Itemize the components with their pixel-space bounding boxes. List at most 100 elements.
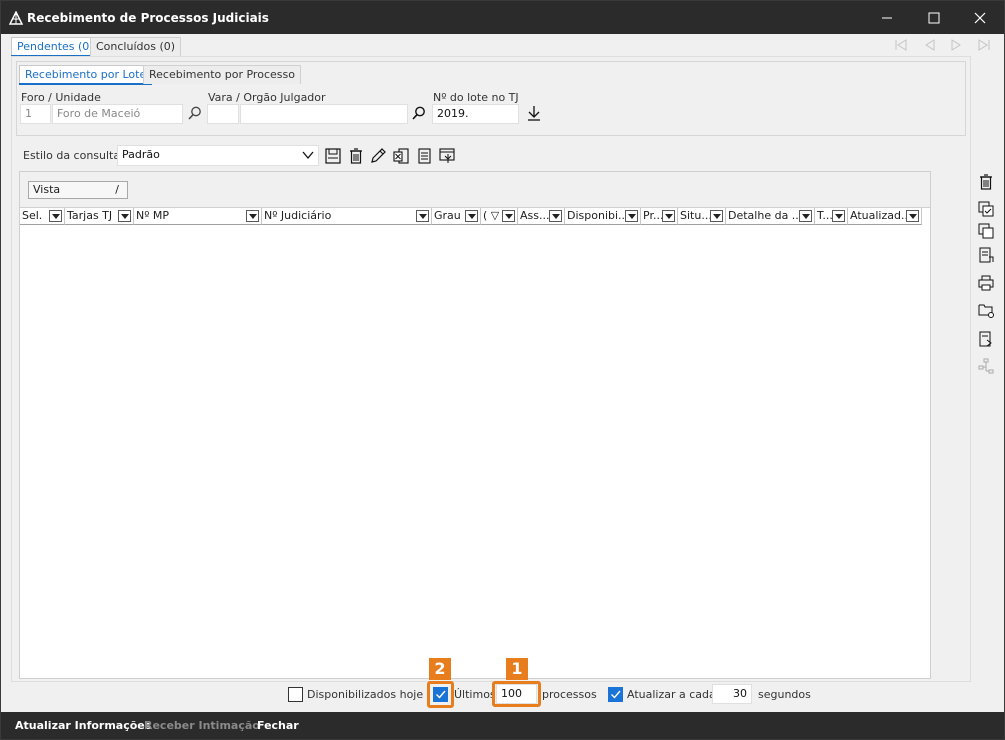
grid-column-label: Detalhe da ... <box>728 209 803 222</box>
fechar-button[interactable]: Fechar <box>257 719 299 732</box>
vara-search-icon[interactable] <box>411 105 427 121</box>
grid-column-label: Atualizad... <box>850 209 912 222</box>
delete-icon[interactable] <box>347 147 365 165</box>
vara-name-field[interactable] <box>240 104 408 124</box>
chevron-down-icon <box>302 151 314 160</box>
tab-concluidos-label: Concluídos (0) <box>96 40 176 53</box>
grid-column-label: Ass... <box>520 209 550 222</box>
grid-column-header[interactable]: ( ▽ <box>481 208 518 225</box>
report-icon[interactable] <box>438 147 456 165</box>
grid-group-area: Vista / <box>20 172 930 208</box>
grid-column-header[interactable]: Situ... <box>678 208 726 225</box>
last-record-icon[interactable] <box>977 39 991 51</box>
column-filter-dropdown-icon[interactable] <box>799 210 812 222</box>
grid-column-header[interactable]: T... <box>815 208 848 225</box>
save-icon[interactable] <box>324 147 342 165</box>
grid-column-header[interactable]: Pr... <box>641 208 678 225</box>
grid-column-header[interactable]: Ass... <box>518 208 565 225</box>
edit-icon[interactable] <box>369 147 387 165</box>
side-document-export-icon[interactable] <box>977 246 995 264</box>
tab-pendentes-label: Pendentes (0) <box>17 40 94 53</box>
vara-label: Vara / Orgão Julgador <box>208 91 326 104</box>
foro-search-icon[interactable] <box>187 105 203 121</box>
subtab-recebimento-processo[interactable]: Recebimento por Processo <box>143 65 301 84</box>
close-button[interactable] <box>957 1 1003 34</box>
highlight-box-2 <box>427 681 454 708</box>
grid-column-label: ( ▽ <box>483 209 500 222</box>
tab-concluidos[interactable]: Concluídos (0) <box>90 37 182 56</box>
column-filter-dropdown-icon[interactable] <box>832 210 845 222</box>
lote-field[interactable]: 2019. <box>432 104 519 124</box>
maximize-icon <box>928 12 940 23</box>
subtab-recebimento-lote[interactable]: Recebimento por Lote <box>19 65 153 85</box>
footer-bar: Atualizar Informações Receber Intimação … <box>1 712 1004 739</box>
grid-column-label: Grau <box>434 209 461 222</box>
app-logo-icon <box>9 11 23 25</box>
side-document-arrow-icon[interactable] <box>977 330 995 348</box>
column-filter-dropdown-icon[interactable] <box>549 210 562 222</box>
column-filter-dropdown-icon[interactable] <box>502 210 515 222</box>
grid-column-header[interactable]: Sel. <box>20 208 65 225</box>
subtab-lote-label: Recebimento por Lote <box>25 68 147 81</box>
grid-column-header[interactable]: Nº Judiciário <box>262 208 432 225</box>
side-delete-icon[interactable] <box>977 173 995 191</box>
grid-column-header[interactable]: Atualizad... <box>848 208 922 225</box>
document-list-icon[interactable] <box>415 147 433 165</box>
column-filter-dropdown-icon[interactable] <box>465 210 478 222</box>
first-record-icon[interactable] <box>894 39 908 51</box>
download-arrow-icon[interactable] <box>525 104 543 122</box>
title-bar: Recebimento de Processos Judiciais <box>1 1 1004 34</box>
column-filter-dropdown-icon[interactable] <box>49 210 62 222</box>
column-filter-dropdown-icon[interactable] <box>416 210 429 222</box>
side-folder-icon[interactable] <box>977 301 995 319</box>
grid-column-label: Nº Judiciário <box>264 209 332 222</box>
consulta-select[interactable]: Padrão <box>117 145 319 166</box>
window-title: Recebimento de Processos Judiciais <box>27 11 269 25</box>
consulta-label: Estilo da consulta <box>23 149 121 162</box>
side-print-icon[interactable] <box>977 274 995 292</box>
consulta-value: Padrão <box>122 148 160 161</box>
receber-intimacao-button[interactable]: Receber Intimação <box>144 719 260 732</box>
atualizar-informacoes-button[interactable]: Atualizar Informações <box>15 719 151 732</box>
column-filter-dropdown-icon[interactable] <box>625 210 638 222</box>
disponibilizados-checkbox[interactable] <box>288 687 303 702</box>
main-window: Recebimento de Processos Judiciais Pende… <box>0 0 1005 740</box>
vara-code-field[interactable] <box>207 104 239 124</box>
foro-code-field[interactable]: 1 <box>20 104 51 124</box>
excel-export-icon[interactable] <box>392 147 410 165</box>
side-check-copy-icon[interactable] <box>977 200 995 218</box>
grid-column-label: Situ... <box>680 209 712 222</box>
side-tree-icon[interactable] <box>977 357 995 375</box>
column-filter-dropdown-icon[interactable] <box>118 210 131 222</box>
column-filter-dropdown-icon[interactable] <box>710 210 723 222</box>
previous-record-icon[interactable] <box>923 39 937 51</box>
column-filter-dropdown-icon[interactable] <box>246 210 259 222</box>
grid-column-header[interactable]: Detalhe da ... <box>726 208 815 225</box>
minimize-button[interactable] <box>864 1 910 34</box>
lote-label: Nº do lote no TJ <box>433 91 519 104</box>
grid-column-header[interactable]: Tarjas TJ <box>65 208 134 225</box>
atualizar-checkbox[interactable] <box>608 687 623 702</box>
atualizar-input[interactable]: 30 <box>712 684 752 704</box>
column-filter-dropdown-icon[interactable] <box>906 210 919 222</box>
vista-sort-indicator: / <box>115 183 119 196</box>
grid-column-label: Nº MP <box>136 209 170 222</box>
foro-name-field[interactable]: Foro de Maceió <box>52 104 183 124</box>
maximize-button[interactable] <box>911 1 957 34</box>
side-copy-icon[interactable] <box>977 222 995 240</box>
foro-label: Foro / Unidade <box>21 91 101 104</box>
vista-button[interactable]: Vista / <box>28 181 128 199</box>
vista-label: Vista <box>33 183 61 196</box>
next-record-icon[interactable] <box>949 39 963 51</box>
close-icon <box>974 12 986 23</box>
checkmark-icon <box>611 690 621 699</box>
grid-column-header[interactable]: Nº MP <box>134 208 262 225</box>
grid-column-header[interactable]: Disponibi... <box>565 208 641 225</box>
tab-pendentes[interactable]: Pendentes (0) <box>11 37 100 57</box>
grid-column-label: Disponibi... <box>567 209 629 222</box>
grid-column-header[interactable]: Grau <box>432 208 481 225</box>
grid-column-label: Tarjas TJ <box>67 209 113 222</box>
grid-column-label: T... <box>817 209 833 222</box>
column-filter-dropdown-icon[interactable] <box>662 210 675 222</box>
processos-label: processos <box>542 688 597 701</box>
